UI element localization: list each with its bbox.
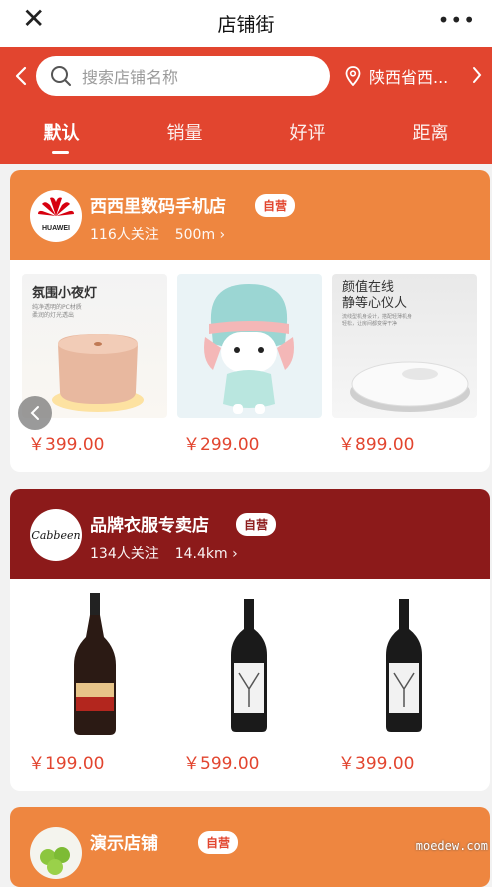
carousel-prev-button[interactable] [18, 396, 52, 430]
tab-sales[interactable]: 销量 [123, 119, 246, 159]
shop-name[interactable]: 西西里数码手机店 [90, 192, 226, 217]
shop-meta: 134人关注 14.4km › [90, 543, 238, 563]
product-image [332, 593, 477, 737]
product-item[interactable]: 氛围小夜灯 纯净透明的PC材质 柔润的灯光透出 ￥399.00 [22, 274, 177, 455]
chevron-right-icon [472, 66, 482, 84]
product-item[interactable]: ￥599.00 [177, 593, 332, 774]
shop-distance: 500m [175, 227, 215, 243]
product-image [177, 274, 322, 418]
top-bar: ✕ 店铺街 ••• [0, 0, 492, 47]
location-selector[interactable]: 陕西省西... [345, 64, 448, 88]
header-panel: 搜索店铺名称 陕西省西... 默认 销量 好评 距离 [0, 47, 492, 164]
chevron-left-icon [30, 405, 40, 421]
tab-rating[interactable]: 好评 [246, 119, 369, 159]
product-image: 颜值在线 静等心仪人 流线型机身设计，搭配轻薄机身 轻松，让房间都变得干净 [332, 274, 477, 418]
self-operated-badge: 自营 [255, 194, 295, 217]
location-pin-icon [345, 66, 361, 86]
watermark: moedew.com [416, 839, 488, 853]
product-price: ￥399.00 [332, 749, 487, 774]
search-icon [50, 65, 72, 87]
self-operated-badge: 自营 [198, 831, 238, 854]
product-price: ￥399.00 [22, 430, 177, 455]
product-price: ￥299.00 [177, 430, 332, 455]
product-list: 氛围小夜灯 纯净透明的PC材质 柔润的灯光透出 ￥399.00 [10, 260, 490, 455]
back-icon[interactable] [13, 65, 29, 87]
search-placeholder: 搜索店铺名称 [82, 64, 178, 88]
follower-count: 134人关注 [90, 546, 159, 562]
shop-meta: 116人关注 500m › [90, 224, 225, 244]
shop-logo: HUAWEI [30, 190, 82, 242]
shop-name[interactable]: 演示店铺 [90, 829, 158, 854]
shop-name[interactable]: 品牌衣服专卖店 [90, 511, 209, 536]
chevron-right-icon: › [215, 227, 225, 243]
page-title: 店铺街 [217, 10, 274, 37]
shop-distance: 14.4km [175, 546, 228, 562]
product-item[interactable]: ￥399.00 [332, 593, 487, 774]
product-price: ￥899.00 [332, 430, 487, 455]
product-price: ￥199.00 [22, 749, 177, 774]
product-item[interactable]: 颜值在线 静等心仪人 流线型机身设计，搭配轻薄机身 轻松，让房间都变得干净 ￥8… [332, 274, 487, 455]
shop-card-header: HUAWEI 西西里数码手机店 自营 116人关注 500m › [10, 170, 490, 260]
product-list: ￥199.00 ￥599.00 [10, 579, 490, 774]
product-image [177, 593, 322, 737]
close-icon[interactable]: ✕ [22, 6, 45, 32]
search-input[interactable]: 搜索店铺名称 [36, 56, 330, 96]
chevron-right-icon: › [228, 546, 238, 562]
product-image [22, 593, 167, 737]
tab-distance[interactable]: 距离 [369, 119, 492, 159]
shop-logo: Cabbeen [30, 509, 82, 561]
self-operated-badge: 自营 [236, 513, 276, 536]
sort-tabs: 默认 销量 好评 距离 [0, 119, 492, 159]
shop-card[interactable]: HUAWEI 西西里数码手机店 自营 116人关注 500m › 氛围小夜灯 纯净… [10, 170, 490, 472]
shop-card-header: Cabbeen 品牌衣服专卖店 自营 134人关注 14.4km › [10, 489, 490, 579]
product-price: ￥599.00 [177, 749, 332, 774]
svg-text:HUAWEI: HUAWEI [42, 225, 70, 232]
tab-default[interactable]: 默认 [0, 119, 123, 159]
product-image: 氛围小夜灯 纯净透明的PC材质 柔润的灯光透出 [22, 274, 167, 418]
follower-count: 116人关注 [90, 227, 159, 243]
more-icon[interactable]: ••• [438, 8, 476, 32]
location-text: 陕西省西... [369, 64, 448, 88]
product-item[interactable]: ￥299.00 [177, 274, 332, 455]
shop-card[interactable]: Cabbeen 品牌衣服专卖店 自营 134人关注 14.4km › ￥199.0… [10, 489, 490, 791]
shop-logo [30, 827, 82, 879]
product-item[interactable]: ￥199.00 [22, 593, 177, 774]
